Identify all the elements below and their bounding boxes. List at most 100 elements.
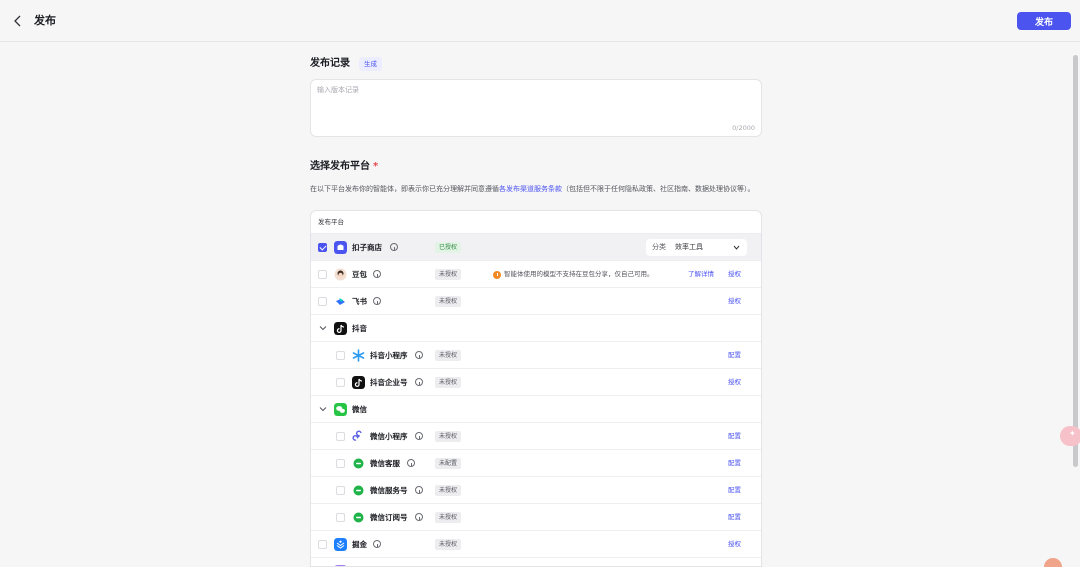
checkbox-doubao[interactable] xyxy=(318,270,327,279)
platform-row-wechat-mini[interactable]: 微信小程序 未授权 配置 xyxy=(311,423,761,450)
platform-name: 豆包 xyxy=(352,270,367,279)
group-name: 微信 xyxy=(352,405,367,414)
status-badge: 未授权 xyxy=(435,269,462,280)
warning-icon xyxy=(493,271,501,279)
feishu-icon xyxy=(336,298,345,305)
douyin-business-icon xyxy=(352,376,365,389)
platform-group-douyin[interactable]: 抖音 xyxy=(311,315,761,342)
chevron-down-icon xyxy=(733,245,740,250)
desc-text-1: 在以下平台发布你的智能体，即表示你已充分理解并同意遵循 xyxy=(310,185,499,193)
platform-name: 抖音小程序 xyxy=(370,351,408,360)
platform-row-wechat-sub[interactable]: 微信订阅号 未授权 配置 xyxy=(311,504,761,531)
configure-link[interactable]: 配置 xyxy=(728,430,741,443)
checkbox-wechat-kf[interactable] xyxy=(336,459,345,468)
configure-link[interactable]: 配置 xyxy=(728,511,741,524)
platform-table: 发布平台 扣子商店 已授权 分类 效率工具 豆包 未授权 智能体使用的模型不支持… xyxy=(310,210,762,567)
authorize-link[interactable]: 授权 xyxy=(728,295,741,308)
terms-link[interactable]: 各发布渠道服务条款 xyxy=(499,185,562,193)
authorize-link[interactable]: 授权 xyxy=(728,376,741,389)
chevron-down-icon[interactable] xyxy=(318,404,328,414)
checkbox-wechat-mini[interactable] xyxy=(336,432,345,441)
platform-row-partial[interactable] xyxy=(311,558,761,566)
wechat-subscription-icon xyxy=(353,512,364,523)
douyin-icon xyxy=(334,322,347,335)
info-icon[interactable] xyxy=(415,486,423,494)
assistant-glyph: ✦ xyxy=(1069,429,1076,438)
info-icon[interactable] xyxy=(390,243,398,251)
configure-link[interactable]: 配置 xyxy=(728,484,741,497)
top-bar: 发布 发布 xyxy=(0,0,1080,42)
status-badge: 未授权 xyxy=(435,539,462,550)
configure-link[interactable]: 配置 xyxy=(728,349,741,362)
wechat-service-account-icon xyxy=(353,485,364,496)
platform-section-title: 选择发布平台 * xyxy=(310,160,378,174)
table-header: 发布平台 xyxy=(311,211,761,234)
status-badge: 未授权 xyxy=(435,485,462,496)
douyin-miniapp-icon xyxy=(352,349,365,362)
page-scrollbar[interactable] xyxy=(1073,55,1078,467)
platform-row-kouzi[interactable]: 扣子商店 已授权 分类 效率工具 xyxy=(311,234,761,261)
info-icon[interactable] xyxy=(415,378,423,386)
checkbox-juejin[interactable] xyxy=(318,540,327,549)
kouzi-store-icon xyxy=(334,241,347,254)
back-arrow-icon[interactable] xyxy=(13,15,23,27)
status-badge: 未授权 xyxy=(435,431,462,442)
checkbox-wechat-service[interactable] xyxy=(336,486,345,495)
checkbox-douyin-biz[interactable] xyxy=(336,378,345,387)
warning-text: 智能体使用的模型不支持在豆包分享，仅自己可用。 xyxy=(504,270,654,278)
platform-name: 抖音企业号 xyxy=(370,378,408,387)
category-select[interactable]: 分类 效率工具 xyxy=(646,239,747,256)
platform-name: 微信客服 xyxy=(370,459,400,468)
platform-name: 微信小程序 xyxy=(370,432,408,441)
checkbox-douyin-mini[interactable] xyxy=(336,351,345,360)
status-badge: 未授权 xyxy=(435,350,462,361)
platform-name: 微信服务号 xyxy=(370,486,408,495)
info-icon[interactable] xyxy=(415,513,423,521)
page-title: 发布 xyxy=(34,14,56,27)
platform-description: 在以下平台发布你的智能体，即表示你已充分理解并同意遵循各发布渠道服务条款（包括但… xyxy=(310,183,762,196)
required-mark: * xyxy=(373,161,379,172)
platform-row-feishu[interactable]: 飞书 未授权 授权 xyxy=(311,288,761,315)
juejin-icon xyxy=(334,538,347,551)
info-icon[interactable] xyxy=(407,459,415,467)
info-icon[interactable] xyxy=(373,297,381,305)
status-badge: 未授权 xyxy=(435,377,462,388)
checkbox-wechat-sub[interactable] xyxy=(336,513,345,522)
record-input-box: 0/2000 xyxy=(310,79,762,137)
platform-group-wechat[interactable]: 微信 xyxy=(311,396,761,423)
record-section-title: 发布记录 xyxy=(310,58,350,69)
generate-button[interactable]: 生成 xyxy=(359,57,382,71)
authorize-link[interactable]: 授权 xyxy=(728,268,741,281)
checkbox-kouzi[interactable] xyxy=(318,243,327,252)
platform-row-doubao[interactable]: 豆包 未授权 智能体使用的模型不支持在豆包分享，仅自己可用。 了解详情 授权 xyxy=(311,261,761,288)
platform-title-text: 选择发布平台 xyxy=(310,161,370,172)
checkbox-feishu[interactable] xyxy=(318,297,327,306)
authorize-link[interactable]: 授权 xyxy=(728,538,741,551)
chevron-down-icon[interactable] xyxy=(318,323,328,333)
platform-row-juejin[interactable]: 掘金 未授权 授权 xyxy=(311,531,761,558)
platform-row-douyin-mini[interactable]: 抖音小程序 未授权 配置 xyxy=(311,342,761,369)
status-badge: 未授权 xyxy=(435,296,462,307)
desc-text-2: （包括但不限于任何隐私政策、社区指南、数据处理协议等）。 xyxy=(562,185,755,193)
info-icon[interactable] xyxy=(415,432,423,440)
learn-more-link[interactable]: 了解详情 xyxy=(688,268,714,281)
platform-name: 掘金 xyxy=(352,540,367,549)
floating-avatar-icon[interactable] xyxy=(1044,558,1062,567)
configure-link[interactable]: 配置 xyxy=(728,457,741,470)
info-icon[interactable] xyxy=(415,351,423,359)
char-counter: 0/2000 xyxy=(732,124,755,132)
platform-row-douyin-biz[interactable]: 抖音企业号 未授权 授权 xyxy=(311,369,761,396)
platform-name: 飞书 xyxy=(352,297,367,306)
wechat-service-chat-icon xyxy=(353,458,364,469)
floating-assistant-icon[interactable]: ✦ xyxy=(1060,426,1080,446)
record-input[interactable] xyxy=(317,85,755,121)
platform-row-wechat-service[interactable]: 微信服务号 未授权 配置 xyxy=(311,477,761,504)
wechat-icon xyxy=(334,403,347,416)
platform-row-wechat-kf[interactable]: 微信客服 未配置 配置 xyxy=(311,450,761,477)
info-icon[interactable] xyxy=(373,540,381,548)
info-icon[interactable] xyxy=(373,270,381,278)
doubao-icon xyxy=(334,268,347,281)
publish-button[interactable]: 发布 xyxy=(1017,12,1071,30)
status-badge: 已授权 xyxy=(435,242,462,253)
group-name: 抖音 xyxy=(352,324,367,333)
